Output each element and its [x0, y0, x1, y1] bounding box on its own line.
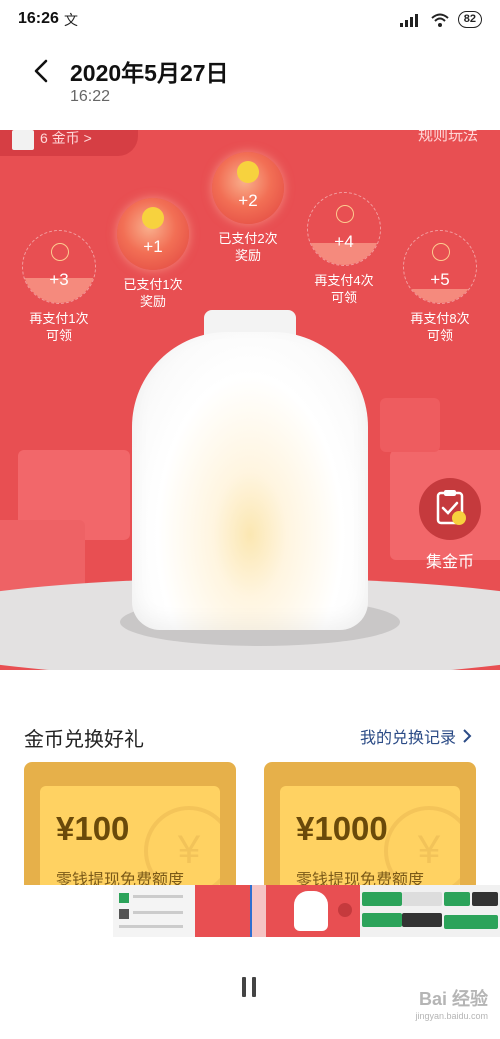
- milestone-orb: +2: [212, 152, 284, 224]
- pause-icon[interactable]: [240, 977, 260, 1001]
- coin-jar[interactable]: [132, 310, 368, 630]
- exchange-card-1[interactable]: ¥ ¥100 零钱提现免费额度: [24, 762, 236, 892]
- coin-balance-icon: [12, 130, 34, 150]
- milestone-orb: +4: [307, 192, 381, 266]
- thumbnail-frame[interactable]: [195, 885, 250, 937]
- milestone-4[interactable]: +4 再支付4次 可领: [298, 192, 390, 306]
- thumbnail-frame-current[interactable]: [250, 885, 266, 937]
- milestone-label-1: 再支付8次: [410, 311, 470, 326]
- exchange-title: 金币兑换好礼: [24, 729, 144, 751]
- milestone-2[interactable]: +1 已支付1次 奖励: [108, 198, 198, 310]
- rules-link[interactable]: 规则玩法: [418, 130, 478, 145]
- card-amount: ¥1000: [296, 810, 388, 847]
- milestone-label-2: 奖励: [234, 248, 261, 263]
- milestone-label-2: 可领: [330, 290, 357, 305]
- status-bar: 16:26 文 82: [0, 0, 500, 42]
- page-subtitle: 16:22: [70, 88, 111, 105]
- milestone-orb: +1: [117, 198, 189, 270]
- milestone-label-1: 已支付1次: [123, 277, 183, 292]
- watermark: Bai 经验 jingyan.baidu.com: [415, 985, 488, 1021]
- exchange-history-link[interactable]: 我的兑换记录: [360, 724, 472, 748]
- coin-icon: [432, 243, 450, 261]
- thumbnail-frame[interactable]: [360, 885, 442, 937]
- watermark-main: Bai 经验: [418, 989, 488, 1009]
- card-inner: ¥ ¥1000 零钱提现免费额度: [280, 786, 460, 892]
- collect-coins-button[interactable]: 集金币: [412, 478, 488, 572]
- milestone-value: +1: [143, 237, 163, 256]
- milestone-value: +3: [49, 270, 69, 289]
- milestone-value: +2: [238, 191, 258, 210]
- exchange-section: 金币兑换好礼 我的兑换记录 ¥ ¥100 零钱提现免费额度 ¥ ¥1000 零钱…: [0, 670, 500, 892]
- milestone-label-1: 再支付4次: [314, 273, 374, 288]
- exchange-history-label: 我的兑换记录: [359, 730, 456, 747]
- milestone-label-2: 可领: [426, 328, 453, 343]
- chevron-right-icon: [463, 729, 472, 743]
- clipboard-check-icon: [419, 478, 481, 540]
- milestone-5[interactable]: +5 再支付8次 可领: [394, 230, 486, 344]
- collect-coins-label: 集金币: [425, 554, 474, 571]
- jar-body: [132, 332, 368, 630]
- thumbnail-frame[interactable]: [266, 885, 360, 937]
- milestone-orb: +5: [403, 230, 477, 304]
- card-amount: ¥100: [56, 810, 130, 847]
- milestone-1[interactable]: +3 再支付1次 可领: [14, 230, 104, 344]
- milestone-value: +4: [334, 232, 354, 251]
- milestone-value: +5: [430, 270, 450, 289]
- header: 2020年5月27日 16:22: [0, 42, 500, 130]
- coin-balance[interactable]: 6 金币 >: [0, 130, 138, 156]
- thumbnail-frame[interactable]: [113, 885, 195, 937]
- milestone-label-1: 再支付1次: [29, 311, 89, 326]
- coin-icon: [51, 243, 69, 261]
- chevron-left-icon[interactable]: [28, 56, 58, 86]
- milestone-label-1: 已支付2次: [218, 231, 278, 246]
- thumbnail-strip[interactable]: [0, 885, 500, 937]
- milestone-progress: [404, 288, 476, 303]
- milestone-3[interactable]: +2 已支付2次 奖励: [202, 152, 294, 264]
- gift-box-decoration: [380, 398, 440, 452]
- thumbnail-frame[interactable]: [442, 885, 500, 937]
- wifi-icon: [431, 13, 449, 27]
- milestone-label-2: 可领: [45, 328, 72, 343]
- signal-icon: [399, 13, 418, 27]
- card-inner: ¥ ¥100 零钱提现免费额度: [40, 786, 220, 892]
- status-extra-icon: 文: [64, 12, 78, 28]
- coin-balance-label: 6 金币 >: [40, 130, 92, 146]
- status-icons: 82: [399, 11, 482, 28]
- coin-icon: [336, 205, 354, 223]
- battery-icon: 82: [457, 11, 482, 28]
- coin-icon: [237, 161, 259, 183]
- exchange-card-2[interactable]: ¥ ¥1000 零钱提现免费额度: [264, 762, 476, 892]
- watermark-sub: jingyan.baidu.com: [415, 1011, 488, 1021]
- player-bar: Bai 经验 jingyan.baidu.com: [0, 937, 500, 1039]
- milestone-label-2: 奖励: [139, 294, 166, 309]
- coin-icon: [142, 207, 164, 229]
- status-time: 16:26: [18, 10, 59, 27]
- coin-jar-panel: 6 金币 > 规则玩法 +3 再支付1次 可领 +1 已支付1次 奖励 +2 已…: [0, 130, 500, 670]
- milestone-orb: +3: [22, 230, 96, 304]
- page-title: 2020年5月27日: [70, 60, 229, 86]
